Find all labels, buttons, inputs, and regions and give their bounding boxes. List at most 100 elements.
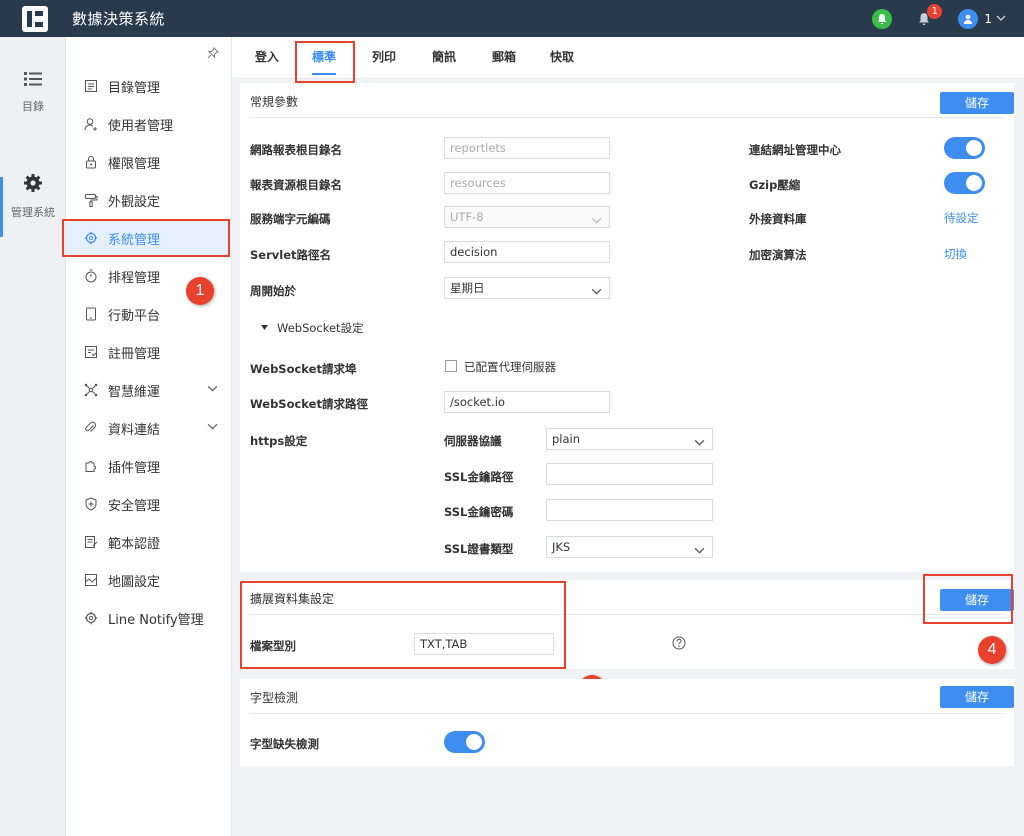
- shield-icon: [83, 496, 99, 512]
- font-check-panel: 字型檢測 儲存 字型缺失檢測: [240, 679, 1014, 766]
- general-params-panel: 常規參數 儲存 網路報表根目錄名 reportlets 報表資源根目錄名 res…: [240, 83, 1014, 572]
- annotation-box-dataset: [240, 581, 566, 669]
- tab-mailbox[interactable]: 郵箱: [492, 37, 516, 79]
- rail-item-directory[interactable]: 目錄: [0, 71, 66, 114]
- save-button[interactable]: 儲存: [940, 686, 1014, 708]
- menu-item-map[interactable]: 地圖設定: [66, 561, 232, 599]
- proxy-label: 已配置代理伺服器: [464, 360, 556, 374]
- help-icon[interactable]: [672, 636, 686, 653]
- top-bar: 數據決策系統 1 1: [0, 0, 1024, 37]
- encoding-select[interactable]: UTF-8: [444, 206, 610, 228]
- resource-root-label: 報表資源根目錄名: [250, 178, 342, 192]
- save-button[interactable]: 儲存: [940, 92, 1014, 114]
- rail-label: 目錄: [22, 100, 44, 113]
- week-start-select[interactable]: 星期日: [444, 277, 610, 299]
- report-root-label: 網路報表根目錄名: [250, 143, 342, 157]
- report-root-input[interactable]: reportlets: [444, 137, 610, 159]
- font-missing-toggle[interactable]: [444, 731, 485, 753]
- protocol-value: plain: [552, 432, 581, 446]
- servlet-label: Servlet路徑名: [250, 248, 331, 262]
- lock-icon: [83, 154, 99, 170]
- url-center-label: 連結網址管理中心: [749, 143, 841, 157]
- ws-port-label: WebSocket請求埠: [250, 362, 357, 376]
- menu-item-users[interactable]: 使用者管理: [66, 105, 232, 143]
- tablet-icon: [83, 306, 99, 322]
- rail-item-management[interactable]: 管理系統: [0, 173, 66, 220]
- menu-item-label: 智慧維運: [108, 384, 161, 400]
- notification-bell-icon[interactable]: 1: [916, 3, 943, 27]
- servlet-input[interactable]: decision: [444, 241, 610, 263]
- encryption-link[interactable]: 切換: [944, 246, 967, 262]
- menu-item-directory[interactable]: 目錄管理: [66, 67, 232, 105]
- menu-item-label: 地圖設定: [108, 574, 161, 590]
- pin-icon[interactable]: [207, 47, 219, 62]
- chevron-down-icon[interactable]: [996, 12, 1006, 26]
- proxy-checkbox[interactable]: [445, 360, 457, 372]
- menu-item-security[interactable]: 安全管理: [66, 485, 232, 523]
- protocol-select[interactable]: plain: [546, 428, 713, 450]
- logo[interactable]: [22, 5, 48, 32]
- timer-icon: [83, 268, 99, 284]
- tab-print[interactable]: 列印: [372, 37, 396, 79]
- menu-item-permissions[interactable]: 權限管理: [66, 143, 232, 181]
- week-start-value: 星期日: [450, 281, 485, 295]
- notification-badge: 1: [927, 3, 943, 19]
- chevron-down-icon: [694, 434, 705, 454]
- user-icon: [83, 116, 99, 132]
- top-bar-actions: 1 1: [872, 0, 1006, 37]
- external-db-link[interactable]: 待設定: [944, 210, 979, 226]
- caret-down-icon[interactable]: [260, 321, 269, 335]
- websocket-section-title[interactable]: WebSocket設定: [277, 320, 364, 336]
- icon-rail: 目錄 管理系統: [0, 37, 66, 836]
- menu-item-registration[interactable]: 註冊管理: [66, 333, 232, 371]
- user-name[interactable]: 1: [984, 12, 992, 26]
- gzip-label: Gzip壓縮: [749, 178, 801, 192]
- directory-icon: [83, 78, 99, 94]
- url-center-toggle[interactable]: [944, 137, 985, 159]
- panel-header: 字型檢測 儲存: [250, 679, 1014, 714]
- https-label: https設定: [250, 434, 308, 448]
- panel-title: 常規參數: [250, 95, 299, 109]
- chevron-down-icon[interactable]: [207, 383, 218, 398]
- annotation-box-standard-tab: [295, 41, 355, 83]
- font-missing-label: 字型缺失檢測: [250, 737, 319, 751]
- resource-root-input[interactable]: resources: [444, 172, 610, 194]
- chevron-down-icon[interactable]: [207, 421, 218, 436]
- plugin-icon: [83, 458, 99, 474]
- ssl-key-password-input[interactable]: [546, 499, 713, 521]
- gzip-toggle[interactable]: [944, 172, 985, 194]
- menu-item-plugins[interactable]: 插件管理: [66, 447, 232, 485]
- panel-header: 常規參數 儲存: [250, 83, 1014, 118]
- chevron-down-icon: [694, 542, 705, 562]
- tab-cache[interactable]: 快取: [550, 37, 574, 79]
- menu-item-smart-ops[interactable]: 智慧維運: [66, 371, 232, 409]
- network-icon: [83, 382, 99, 398]
- tab-bar: 登入 標準 列印 簡訊 郵箱 快取: [232, 37, 1024, 83]
- map-icon: [83, 572, 99, 588]
- tab-sms[interactable]: 簡訊: [432, 37, 456, 79]
- menu-item-label: 插件管理: [108, 460, 161, 476]
- ssl-key-path-input[interactable]: [546, 463, 713, 485]
- message-bell-icon[interactable]: [872, 8, 893, 29]
- ssl-key-path-label: SSL金鑰路徑: [444, 470, 514, 484]
- ws-path-input[interactable]: /socket.io: [444, 391, 610, 413]
- ssl-cert-type-select[interactable]: JKS: [546, 536, 713, 558]
- link-icon: [83, 420, 99, 436]
- annotation-box-dataset-save: [923, 574, 1013, 624]
- menu-item-template-cert[interactable]: 範本認證: [66, 523, 232, 561]
- list-icon: [24, 72, 42, 90]
- gear-icon: [83, 610, 99, 626]
- menu-item-line-notify[interactable]: Line Notify管理: [66, 599, 232, 637]
- menu-item-appearance[interactable]: 外觀設定: [66, 181, 232, 219]
- chevron-down-icon: [591, 283, 602, 303]
- avatar[interactable]: [958, 8, 979, 29]
- encoding-value: UTF-8: [450, 210, 484, 224]
- menu-item-data-connection[interactable]: 資料連結: [66, 409, 232, 447]
- menu-item-label: 使用者管理: [108, 118, 174, 134]
- main-content: 登入 標準 列印 簡訊 郵箱 快取 2 常規參數 儲存 網路報表根目錄名 rep…: [232, 37, 1024, 836]
- chevron-down-icon: [591, 212, 602, 232]
- external-db-label: 外接資料庫: [749, 212, 807, 226]
- brush-icon: [83, 192, 99, 208]
- panel-title: 字型檢測: [250, 691, 299, 705]
- tab-login[interactable]: 登入: [255, 37, 279, 79]
